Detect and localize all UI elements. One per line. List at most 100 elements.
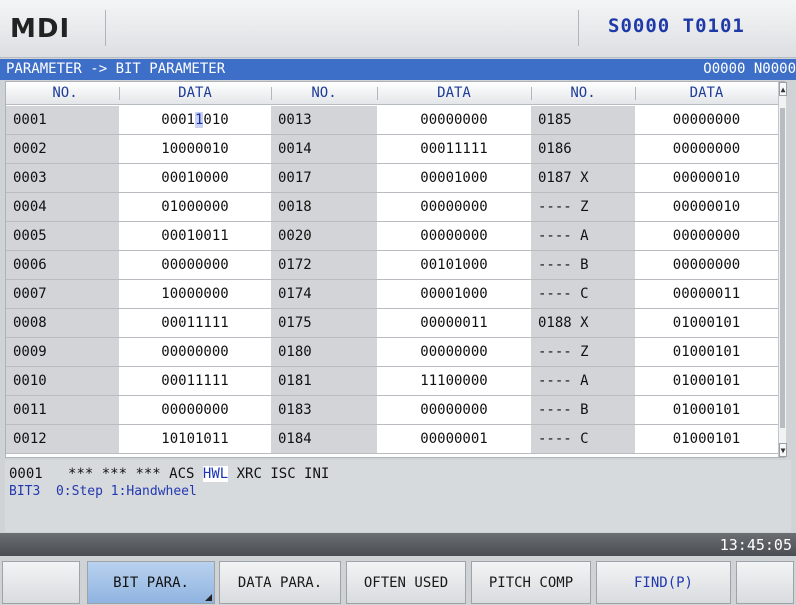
cell-text: 010 [203,112,229,128]
param-number-cell: 0181 [271,367,377,395]
param-number-cell: 0013 [271,106,377,134]
table-row[interactable]: 0008 00011111 0175 00000011 0188 X 01000101 [6,309,778,338]
table-row[interactable]: 0004 01000000 0018 00000000 ---- Z 00000010 [6,193,778,222]
column-header-no: NO. [531,82,635,105]
param-data-cell[interactable]: 10000000 [119,280,271,308]
bit-names-line: 0001 *** *** *** ACS HWL XRC ISC INI [9,466,329,482]
param-number-cell: 0184 [271,425,377,453]
header-divider [578,10,579,46]
param-number-cell: ---- Z [531,338,635,366]
bit-names: *** *** *** ACS [68,466,195,482]
status-bar: 13:45:05 [0,533,796,556]
header-divider [105,10,106,46]
param-data-cell[interactable]: 00001000 [377,280,531,308]
softkey-data-para[interactable]: DATA PARA. [219,561,341,604]
param-data-cell[interactable]: 00001000 [377,164,531,192]
table-row[interactable]: 0010 00011111 0181 11100000 ---- A 01000101 [6,367,778,396]
table-row[interactable]: 0007 10000000 0174 00001000 ---- C 00000011 [6,280,778,309]
clock: 13:45:05 [719,536,792,554]
table-row[interactable]: 0012 10101011 0184 00000001 ---- C 01000101 [6,425,778,454]
table-row[interactable]: 0002 10000010 0014 00011111 0186 00000000 [6,135,778,164]
table-row[interactable]: 0005 00010011 0020 00000000 ---- A 00000000 [6,222,778,251]
path-bar: PARAMETER -> BIT PARAMETER O0000 N0000 [0,59,796,80]
param-number-cell: ---- C [531,425,635,453]
table-row[interactable]: 0003 00010000 0017 00001000 0187 X 00000010 [6,164,778,193]
column-header-no: NO. [52,85,78,101]
softkey-bit-para[interactable]: BIT PARA. [87,561,215,604]
param-data-cell[interactable]: 01000101 [635,425,778,453]
param-data-cell[interactable]: 00011111 [119,309,271,337]
param-data-cell[interactable]: 00000000 [377,193,531,221]
softkey-blank-right[interactable] [736,561,794,604]
param-data-cell-selected[interactable]: 00011010 [119,106,271,134]
param-data-cell[interactable]: 00000011 [635,280,778,308]
param-number-cell: 0180 [271,338,377,366]
param-number-cell: 0009 [6,338,119,366]
table-row[interactable]: 0006 00000000 0172 00101000 ---- B 00000000 [6,251,778,280]
param-number-cell: 0185 [531,106,635,134]
top-header: MDI S0000 T0101 [0,0,796,58]
param-data-cell[interactable]: 00011111 [377,135,531,163]
param-data-cell[interactable]: 00000000 [635,106,778,134]
column-header-data: DATA [119,82,271,105]
param-data-cell[interactable]: 01000101 [635,338,778,366]
param-data-cell[interactable]: 00000000 [377,222,531,250]
param-data-cell[interactable]: 00000011 [377,309,531,337]
param-number-cell: 0017 [271,164,377,192]
param-number-cell: 0172 [271,251,377,279]
softkey-often-used[interactable]: OFTEN USED [346,561,466,604]
param-number: 0001 [9,466,43,482]
softkey-pitch-comp[interactable]: PITCH COMP [471,561,591,604]
param-number-cell: 0011 [6,396,119,424]
param-data-cell[interactable]: 00101000 [377,251,531,279]
bit-parameter-table: NO. DATA NO. DATA NO. DATA 0001 00011010 0… [5,81,787,458]
param-data-cell[interactable]: 01000000 [119,193,271,221]
param-data-cell[interactable]: 10101011 [119,425,271,453]
param-data-cell[interactable]: 00000001 [377,425,531,453]
param-data-cell[interactable]: 00000000 [635,222,778,250]
scrollbar-thumb[interactable] [780,108,785,428]
softkey-blank-left[interactable] [2,561,80,604]
param-data-cell[interactable]: 00000000 [119,338,271,366]
param-number-cell: 0010 [6,367,119,395]
param-data-cell[interactable]: 01000101 [635,309,778,337]
param-number-cell: 0002 [6,135,119,163]
table-row[interactable]: 0011 00000000 0183 00000000 ---- B 01000101 [6,396,778,425]
param-number-cell: 0008 [6,309,119,337]
table-row[interactable]: 0009 00000000 0180 00000000 ---- Z 01000101 [6,338,778,367]
param-data-cell[interactable]: 10000010 [119,135,271,163]
table-header: NO. DATA NO. DATA NO. DATA [6,82,786,105]
param-data-cell[interactable]: 00000000 [377,338,531,366]
param-data-cell[interactable]: 00000000 [119,251,271,279]
param-data-cell[interactable]: 00000000 [635,251,778,279]
param-data-cell[interactable]: 00000000 [119,396,271,424]
param-number-cell: 0004 [6,193,119,221]
param-number-cell: 0006 [6,251,119,279]
vertical-scrollbar[interactable]: ▲ ▼ [778,82,787,457]
param-number-cell: ---- Z [531,193,635,221]
param-number-cell: 0174 [271,280,377,308]
param-data-cell[interactable]: 00010011 [119,222,271,250]
param-data-cell[interactable]: 01000101 [635,367,778,395]
table-row[interactable]: 0001 00011010 0013 00000000 0185 00000000 [6,106,778,135]
param-data-cell[interactable]: 01000101 [635,396,778,424]
bit-names: XRC ISC INI [236,466,330,482]
param-number-cell: 0007 [6,280,119,308]
param-number-cell: 0018 [271,193,377,221]
scroll-down-icon[interactable]: ▼ [779,443,787,457]
bit-description: BIT3 0:Step 1:Handwheel [9,484,197,499]
param-data-cell[interactable]: 00000000 [377,396,531,424]
param-number-cell: 0003 [6,164,119,192]
param-data-cell[interactable]: 00000010 [635,164,778,192]
param-data-cell[interactable]: 00000000 [635,135,778,163]
param-data-cell[interactable]: 00000000 [377,106,531,134]
param-number-cell: 0001 [6,106,119,134]
softkey-find[interactable]: FIND(P) [596,561,731,604]
param-data-cell[interactable]: 11100000 [377,367,531,395]
scroll-up-icon[interactable]: ▲ [779,82,787,96]
param-number-cell: 0020 [271,222,377,250]
param-data-cell[interactable]: 00000010 [635,193,778,221]
column-header-no: NO. [271,82,377,105]
param-data-cell[interactable]: 00011111 [119,367,271,395]
param-data-cell[interactable]: 00010000 [119,164,271,192]
